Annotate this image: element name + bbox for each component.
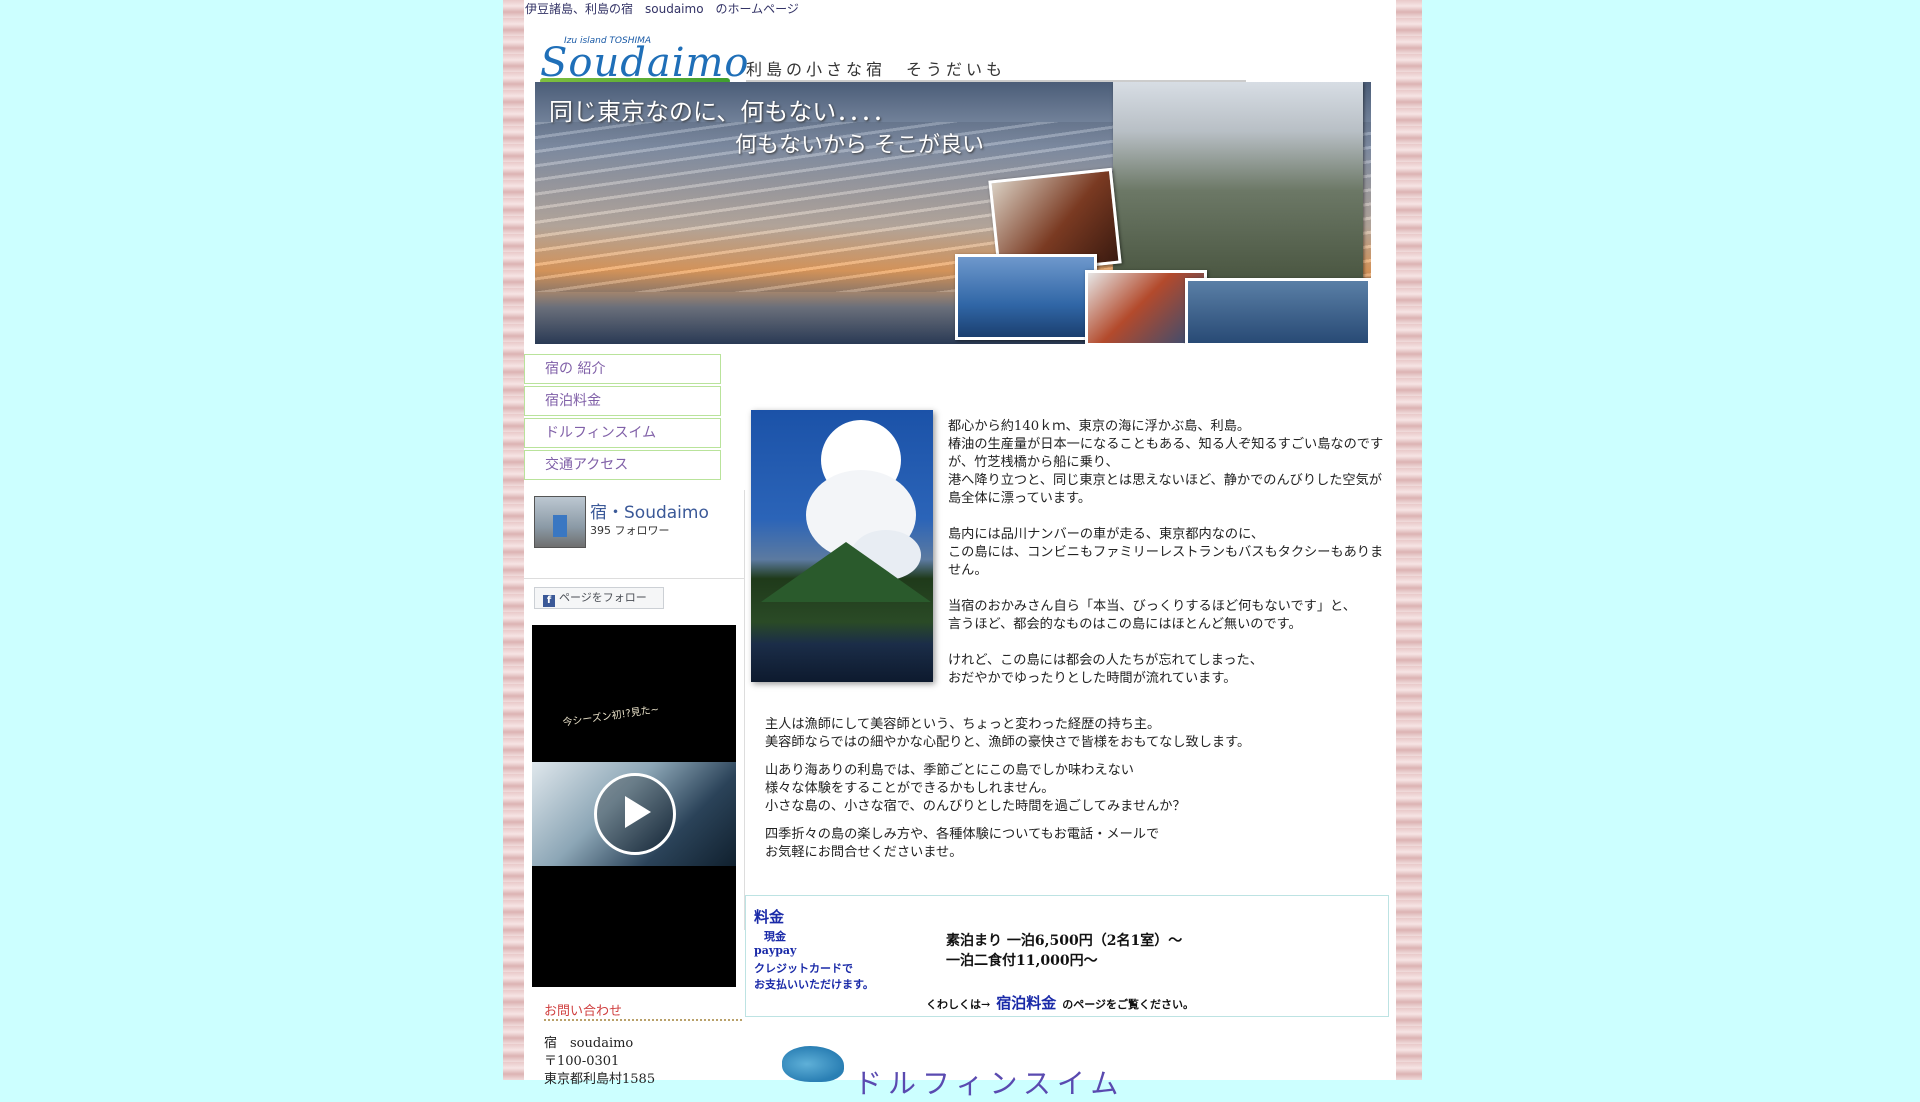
owner-paragraph: 四季折々の島の楽しみ方や、各種体験についてもお電話・メールで お気軽にお問合せく… (765, 827, 1160, 860)
price-details-prefix: くわしくは→ (926, 998, 991, 1011)
hero-banner: 同じ東京なのに、何もない．．．． 何もないから そこが良い (535, 82, 1371, 344)
owner-paragraph: 主人は漁師にして美容師という、ちょっと変わった経歴の持ち主。 美容師ならではの細… (765, 717, 1251, 750)
facebook-page-thumbnail[interactable] (534, 496, 586, 548)
contact-heading: お問い合わせ (544, 1004, 623, 1019)
contact-address: 東京都利島村1585 (544, 1072, 656, 1087)
site-logo[interactable]: Izu island TOSHIMA Soudaimo 利島の小さな宿 そうだい… (536, 32, 1256, 86)
page-container: 伊豆諸島、利島の宿 soudaimo のホームページ Izu island TO… (524, 0, 1396, 1100)
island-mountain-photo (751, 410, 933, 682)
video-player[interactable]: 今シーズン初!?見た~ (532, 625, 736, 987)
intro-paragraph: けれど、この島には都会の人たちが忘れてしまった、 おだやかでゆったりとした時間が… (948, 653, 1263, 686)
play-icon (625, 796, 651, 828)
payment-paypay: paypay (754, 944, 797, 957)
column-divider (744, 490, 745, 930)
hero-photo-sea (1185, 278, 1371, 344)
price-panel: 料金 現金 paypay クレジットカードで お支払いいただけます。 素泊まり … (745, 895, 1389, 1017)
intro-paragraph: 都心から約140ｋｍ、東京の海に浮かぶ島、利島。 椿油の生産量が日本一になること… (948, 419, 1384, 506)
hero-photo-coast (1113, 82, 1363, 280)
contact-divider (544, 1019, 742, 1021)
payment-credit: クレジットカードで (754, 962, 853, 975)
page-frame-right (1394, 0, 1422, 1080)
dolphin-icon (782, 1046, 844, 1082)
hero-photo-harbor (955, 254, 1097, 340)
owner-text: 主人は漁師にして美容師という、ちょっと変わった経歴の持ち主。 美容師ならではの細… (765, 716, 1365, 872)
facebook-follower-count: 395 フォロワー (590, 524, 670, 537)
nav-item-about[interactable]: 宿の 紹介 (524, 354, 721, 384)
contact-postal-code: 〒100-0301 (544, 1054, 620, 1069)
facebook-icon: f (543, 595, 555, 607)
payment-cash: 現金 (764, 930, 786, 943)
nav-item-dolphin-swim[interactable]: ドルフィンスイム (524, 418, 721, 448)
price-details-suffix: のページをご覧ください。 (1062, 998, 1195, 1011)
dolphin-section-title: ドルフィンスイム (854, 1067, 1125, 1100)
play-button[interactable] (594, 773, 676, 855)
price-details-link[interactable]: 宿泊料金 (996, 994, 1056, 1012)
hero-subheadline: 何もないから そこが良い (735, 133, 984, 158)
price-room-only: 素泊まり 一泊6,500円（2名1室）～ (946, 933, 1183, 949)
price-heading: 料金 (754, 908, 785, 926)
facebook-divider (524, 578, 744, 579)
follow-button-label: ページをフォロー (559, 591, 647, 604)
logo-wordmark: Soudaimo (540, 40, 750, 86)
nav-item-prices[interactable]: 宿泊料金 (524, 386, 721, 416)
hero-headline: 同じ東京なのに、何もない．．．． (549, 98, 897, 126)
nav-item-access[interactable]: 交通アクセス (524, 450, 721, 480)
video-caption: 今シーズン初!?見た~ (561, 704, 660, 729)
intro-text: 都心から約140ｋｍ、東京の海に浮かぶ島、利島。 椿油の生産量が日本一になること… (948, 418, 1388, 706)
thumbnail-door (553, 515, 567, 537)
price-two-meals: 一泊二食付11,000円～ (946, 953, 1098, 969)
side-nav: 宿の 紹介 宿泊料金 ドルフィンスイム 交通アクセス (524, 354, 721, 482)
price-details-line: くわしくは→ 宿泊料金 のページをご覧ください。 (926, 992, 1194, 1013)
contact-name: 宿 soudaimo (544, 1036, 634, 1051)
intro-paragraph: 当宿のおかみさん自ら「本当、びっくりするほど何もないです」と、 言うほど、都会的… (948, 599, 1356, 632)
mountain (761, 542, 931, 602)
site-topline: 伊豆諸島、利島の宿 soudaimo のホームページ (525, 2, 799, 16)
logo-tagline: 利島の小さな宿 そうだいも (746, 60, 1007, 79)
facebook-follow-button[interactable]: f ページをフォロー (534, 587, 664, 609)
owner-paragraph: 山あり海ありの利島では、季節ごとにこの島でしか味わえない 様々な体験をすることが… (765, 763, 1186, 814)
intro-paragraph: 島内には品川ナンバーの車が走る、東京都内なのに、 この島には、コンビニもファミリ… (948, 527, 1384, 578)
facebook-page-name[interactable]: 宿・Soudaimo (590, 498, 709, 523)
payment-note: お支払いいただけます。 (754, 978, 874, 991)
